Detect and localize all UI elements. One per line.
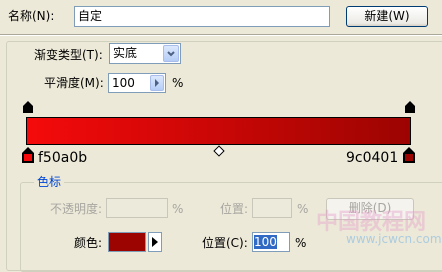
opacity-input[interactable] — [106, 198, 168, 218]
new-button[interactable]: 新建(W) — [346, 6, 428, 27]
opacity-location-input[interactable] — [252, 198, 292, 218]
opacity-location-unit: % — [297, 202, 309, 216]
smoothness-unit: % — [172, 76, 184, 90]
smoothness-label: 平滑度(M): — [44, 76, 104, 90]
left-stop-label: f50a0b — [38, 150, 88, 166]
gradient-bar[interactable] — [26, 117, 411, 145]
color-stop-left[interactable] — [22, 147, 34, 166]
color-stop-right[interactable] — [403, 147, 415, 166]
color-swatch[interactable] — [108, 232, 146, 252]
gradient-type-label: 渐变类型(T): — [34, 48, 103, 62]
gradient-type-select[interactable]: 实底 — [109, 43, 181, 64]
color-label: 颜色: — [74, 236, 103, 250]
location-unit: % — [295, 236, 307, 250]
gradient-type-value: 实底 — [113, 46, 138, 60]
opacity-unit: % — [172, 202, 184, 216]
location-input[interactable]: 100 — [252, 232, 290, 252]
name-label: 名称(N): — [8, 9, 55, 23]
location-value: 100 — [254, 235, 277, 249]
location-label: 位置(C): — [202, 236, 248, 250]
name-input[interactable]: 自定 — [74, 6, 330, 27]
chevron-down-icon[interactable] — [163, 45, 179, 62]
opacity-location-label: 位置: — [220, 202, 249, 216]
opacity-label: 不透明度: — [50, 202, 103, 216]
smoothness-input[interactable]: 100 — [108, 73, 166, 93]
color-stops-title: 色标 — [34, 174, 65, 190]
gradient-editor-dialog: { "name_row": { "label": "名称(N):", "valu… — [0, 0, 442, 272]
smoothness-value: 100 — [112, 76, 135, 90]
slider-popup-icon[interactable] — [150, 75, 164, 91]
watermark-url: www.jcwcn.com — [346, 232, 442, 246]
color-menu-arrow-icon[interactable] — [148, 232, 162, 252]
right-stop-label: 9c0401 — [346, 150, 399, 166]
